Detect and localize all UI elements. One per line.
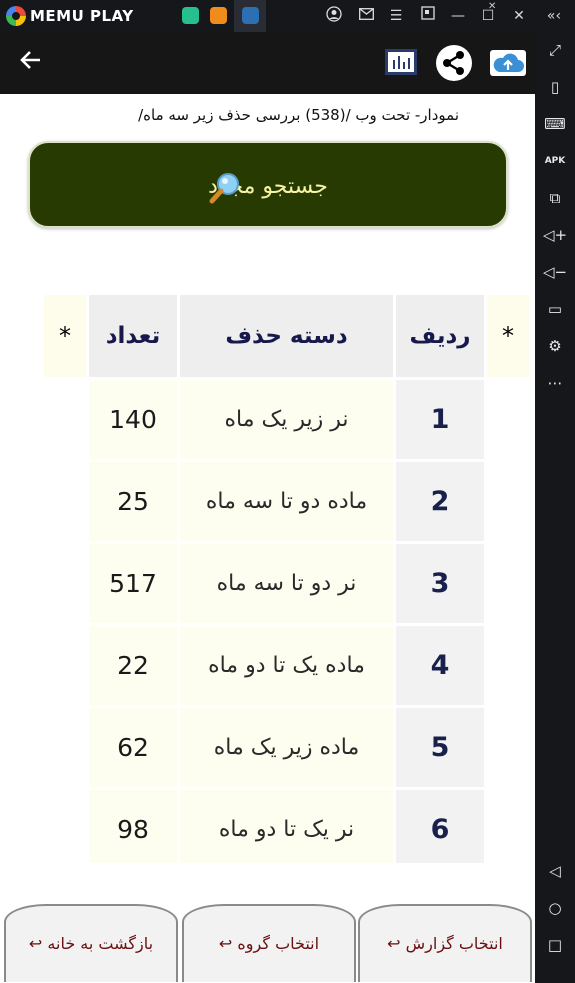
android-home-icon[interactable]: ○	[543, 896, 567, 920]
cell-row-6: 6	[396, 790, 484, 863]
maximize-icon[interactable]: ☐	[478, 6, 498, 26]
volume-up-icon[interactable]: ◁+	[543, 223, 567, 247]
chart-icon[interactable]	[385, 49, 417, 75]
cell-count-3: 517	[89, 544, 177, 623]
app-tab-icon-orange[interactable]	[210, 7, 227, 24]
tab-arrow-icon: ↩	[387, 934, 401, 953]
cell-category-4: ماده یک تا دو ماه	[180, 626, 393, 705]
share-icon[interactable]	[436, 45, 472, 81]
cell-count-2: 25	[89, 462, 177, 541]
header-star-left: *	[44, 295, 86, 377]
cloud-upload-icon[interactable]	[490, 50, 526, 76]
header-category: دسته حذف	[180, 295, 393, 377]
cell-category-1: نر زیر یک ماه	[180, 380, 393, 459]
folder-icon[interactable]: ▭	[543, 297, 567, 321]
current-app-icon	[242, 7, 259, 24]
cell-count-4: 22	[89, 626, 177, 705]
settings-icon[interactable]: ⚙	[543, 334, 567, 358]
cell-count-5: 62	[89, 708, 177, 787]
minimize-icon[interactable]: —	[448, 6, 468, 26]
search-again-label: جستجو مجدد	[208, 174, 328, 199]
magnifier-icon	[208, 171, 242, 205]
screenshot-icon[interactable]	[418, 6, 438, 26]
active-app-tab[interactable]: ✕	[234, 0, 496, 32]
collapse-icon[interactable]: «‹	[544, 6, 564, 26]
account-icon[interactable]	[324, 6, 344, 26]
menu-icon[interactable]: ☰	[386, 6, 406, 26]
multi-window-icon[interactable]: ⧉	[543, 186, 567, 210]
cell-row-5: 5	[396, 708, 484, 787]
close-icon[interactable]: ✕	[509, 6, 529, 26]
cell-category-5: ماده زیر یک ماه	[180, 708, 393, 787]
tab-back-home-label: بازگشت به خانه ↩	[28, 934, 154, 953]
cell-category-2: ماده دو تا سه ماه	[180, 462, 393, 541]
emulator-title-bar: MEMU PLAY ✕ ☰ — ☐ ✕ «‹	[0, 0, 575, 32]
more-icon[interactable]: ⋯	[543, 371, 567, 395]
tab-select-group-label: انتخاب گروه ↩	[218, 934, 320, 953]
rotate-icon[interactable]: ▯	[543, 75, 567, 99]
tab-arrow-icon: ↩	[218, 934, 233, 953]
bottom-tab-bar: بازگشت به خانه ↩ انتخاب گروه ↩ انتخاب گز…	[0, 897, 535, 983]
emulator-sidebar: ⤢ ▯ ⌨ APK ⧉ ◁+ ◁− ▭ ⚙ ⋯ ◁ ○ □	[535, 32, 575, 983]
cell-count-6: 98	[89, 790, 177, 863]
cell-count-1: 140	[89, 380, 177, 459]
cell-row-1: 1	[396, 380, 484, 459]
cell-row-2: 2	[396, 462, 484, 541]
tab-select-group[interactable]: انتخاب گروه ↩	[182, 904, 356, 982]
tab-select-report-label: انتخاب گزارش ↩	[387, 934, 503, 953]
mail-icon[interactable]	[356, 6, 376, 26]
emulator-brand: MEMU PLAY	[30, 7, 134, 25]
header-count: تعداد	[89, 295, 177, 377]
tab-back-home[interactable]: بازگشت به خانه ↩	[4, 904, 178, 982]
tab-arrow-icon: ↩	[28, 934, 43, 953]
android-recents-icon[interactable]: □	[543, 933, 567, 957]
tab-select-report[interactable]: انتخاب گزارش ↩	[358, 904, 532, 982]
cell-category-3: نر دو تا سه ماه	[180, 544, 393, 623]
header-star-right: *	[487, 295, 529, 377]
fullscreen-icon[interactable]: ⤢	[543, 38, 567, 62]
header-row: ردیف	[396, 295, 484, 377]
cell-row-4: 4	[396, 626, 484, 705]
app-bar	[0, 32, 535, 94]
report-subtitle: نمودار- تحت وب /(538) بررسی حذف زیر سه م…	[138, 106, 459, 124]
arrow-back-icon[interactable]	[18, 47, 48, 77]
app-screen: نمودار- تحت وب /(538) بررسی حذف زیر سه م…	[0, 32, 535, 983]
report-table: * تعداد دسته حذف ردیف * 140 نر زیر یک ما…	[44, 295, 529, 863]
volume-down-icon[interactable]: ◁−	[543, 260, 567, 284]
cell-row-3: 3	[396, 544, 484, 623]
keyboard-icon[interactable]: ⌨	[543, 112, 567, 136]
search-again-button[interactable]: جستجو مجدد	[28, 141, 508, 228]
android-back-icon[interactable]: ◁	[543, 859, 567, 883]
memu-logo-icon	[6, 6, 26, 26]
app-tab-icon-green[interactable]	[182, 7, 199, 24]
apk-icon[interactable]: APK	[543, 149, 567, 173]
cell-category-6: نر یک تا دو ماه	[180, 790, 393, 863]
